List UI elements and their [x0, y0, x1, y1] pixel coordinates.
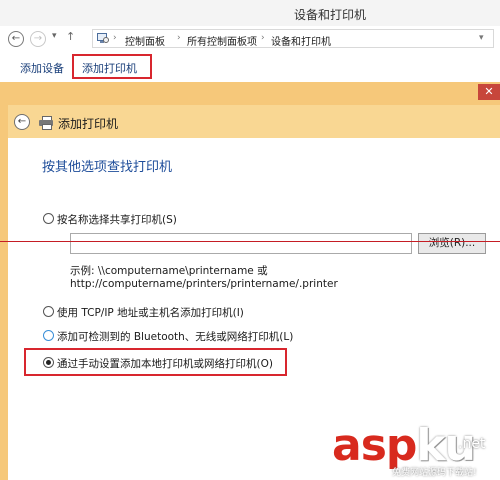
watermark-suffix: .net — [458, 436, 486, 452]
option-label-shared-printer[interactable]: 按名称选择共享打印机(S) — [57, 212, 177, 227]
address-dropdown-icon[interactable]: ▾ — [479, 33, 484, 43]
breadcrumb-all-items[interactable]: 所有控制面板项 — [187, 33, 257, 48]
back-nav-button[interactable]: ← — [8, 31, 24, 47]
radio-shared-printer[interactable] — [43, 213, 54, 224]
control-panel-icon — [97, 33, 109, 44]
address-row: ← → ▾ ↑ › 控制面板 › 所有控制面板项 › 设备和打印机 ▾ — [0, 26, 500, 53]
window-title-bar: 设备和打印机 — [0, 0, 500, 26]
up-level-button[interactable]: ↑ — [66, 30, 75, 43]
breadcrumb-control-panel[interactable]: 控制面板 — [125, 33, 165, 48]
annotation-red-line — [0, 241, 500, 242]
watermark-subtitle: 免费网站源码下载站! — [392, 468, 477, 478]
window-title: 设备和打印机 — [293, 8, 366, 22]
radio-bluetooth[interactable] — [43, 330, 54, 341]
wizard-back-button[interactable]: ← — [14, 114, 30, 130]
wizard-title: 添加打印机 — [58, 117, 119, 131]
breadcrumb-separator: › — [261, 33, 265, 43]
watermark-text-a: asp — [332, 420, 417, 471]
command-toolbar: 添加设备 添加打印机 — [0, 52, 500, 83]
watermark-logo: aspku — [332, 420, 476, 471]
address-bar[interactable]: › 控制面板 › 所有控制面板项 › 设备和打印机 ▾ — [92, 29, 494, 48]
highlight-box-add-printer — [72, 54, 152, 79]
recent-locations-dropdown-icon[interactable]: ▾ — [52, 31, 57, 41]
forward-nav-button[interactable]: → — [30, 31, 46, 47]
breadcrumb-separator: › — [177, 33, 181, 43]
example-text-line1: 示例: \\computername\printername 或 — [70, 265, 268, 277]
breadcrumb-separator: › — [113, 33, 117, 43]
shared-printer-input[interactable] — [70, 233, 412, 254]
option-label-tcpip[interactable]: 使用 TCP/IP 地址或主机名添加打印机(I) — [57, 305, 244, 320]
add-device-button[interactable]: 添加设备 — [20, 60, 64, 76]
example-text-line2: http://computername/printers/printername… — [70, 278, 338, 290]
wizard-close-button[interactable]: ✕ — [478, 84, 500, 100]
radio-tcpip[interactable] — [43, 306, 54, 317]
printer-icon — [39, 116, 53, 130]
highlight-box-manual-option — [24, 348, 287, 376]
breadcrumb-devices-printers[interactable]: 设备和打印机 — [271, 33, 331, 48]
browse-button[interactable]: 浏览(R)... — [418, 233, 486, 254]
option-label-bluetooth[interactable]: 添加可检测到的 Bluetooth、无线或网络打印机(L) — [57, 329, 293, 344]
section-heading: 按其他选项查找打印机 — [42, 160, 173, 175]
